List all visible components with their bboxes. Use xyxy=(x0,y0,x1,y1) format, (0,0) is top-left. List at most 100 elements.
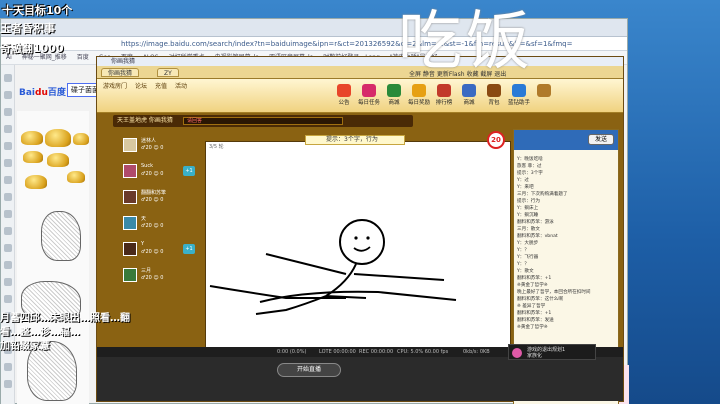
chat-message: Y：晚饭吃啥 xyxy=(517,157,543,162)
player-row[interactable]: 翻翻和苏笨 ♂20 ☺ 0 xyxy=(117,187,205,209)
tab-zy[interactable]: ZY xyxy=(157,68,179,77)
player-stats: ♂20 ☺ 0 xyxy=(141,145,164,151)
status-item: LOTE 00:00:00 xyxy=(319,349,356,355)
stream-controls: 开始直播 xyxy=(97,357,623,401)
player-row[interactable]: 迷林人 ♂20 ☺ 0 xyxy=(117,135,205,157)
gold-ingot-image[interactable] xyxy=(23,151,43,163)
gold-ingot-image[interactable] xyxy=(45,129,71,147)
menu-button[interactable]: 公告 xyxy=(333,84,355,106)
menu-link-forum[interactable]: 论坛 xyxy=(135,81,147,90)
menu-label: 每日任务 xyxy=(358,100,381,106)
chat-message: ※ 差异了哲学 xyxy=(517,304,546,309)
score-badge: +1 xyxy=(183,244,195,254)
sidebar-icon[interactable] xyxy=(4,108,12,116)
sidebar-icon[interactable] xyxy=(4,142,12,150)
chat-message: Y：？ xyxy=(517,248,529,253)
menu-icon xyxy=(412,84,426,97)
menu-label: 商城 xyxy=(388,100,400,106)
chat-send-button[interactable]: 发送 xyxy=(588,134,614,145)
menu-link-room[interactable]: 游戏房门 xyxy=(103,81,127,90)
sidebar-icon[interactable] xyxy=(4,227,12,235)
sidebar-icon[interactable] xyxy=(4,380,12,388)
notification-toast[interactable]: 游戏的退出规划1 家族化 xyxy=(508,344,596,360)
start-stream-button[interactable]: 开始直播 xyxy=(277,363,341,377)
sidebar-icon[interactable] xyxy=(4,125,12,133)
menu-button[interactable]: 蓝钻助手 xyxy=(508,84,530,106)
score-badge: +1 xyxy=(183,166,195,176)
sidebar-icon[interactable] xyxy=(4,244,12,252)
sidebar-icon[interactable] xyxy=(4,295,12,303)
gold-ingot-image[interactable] xyxy=(47,153,69,167)
gold-ingot-image[interactable] xyxy=(25,175,47,189)
image-results-column xyxy=(17,111,89,404)
sidebar-icon[interactable] xyxy=(4,91,12,99)
player-row[interactable]: 三月 ♂20 ☺ 0 xyxy=(117,265,205,287)
avatar xyxy=(123,268,137,282)
sidebar-icon[interactable] xyxy=(4,176,12,184)
sidebar-icon[interactable] xyxy=(4,363,12,371)
chat-messages: Y：晚饭吃啥 旅客 菲：过 提示：3个字 Y：过 Y：来吧 三月：下次购购满着题了 提示：行… xyxy=(517,156,617,331)
sidebar-icon[interactable] xyxy=(4,74,12,82)
sidebar-icon[interactable] xyxy=(4,193,12,201)
menu-button[interactable]: 商城 xyxy=(458,84,480,106)
overlay-bottom-text: 月蓄四邱…未眼出…照看…翻看…整…诊…辐… 加铅缀家薏 xyxy=(0,312,130,354)
sidebar-icon[interactable] xyxy=(4,278,12,286)
gold-ingot-image[interactable] xyxy=(67,171,85,183)
menu-link-recharge[interactable]: 充值 xyxy=(155,81,167,90)
countdown-timer: 20 xyxy=(487,131,505,149)
player-row[interactable]: Suck ♂20 ☺ 0 +1 xyxy=(117,161,205,183)
player-list: 迷林人 ♂20 ☺ 0 Suck ♂20 ☺ 0 +1 翻翻和苏笨 ♂20 ☺ 0 天 ♂20 … xyxy=(117,135,205,335)
menu-button[interactable]: 排行榜 xyxy=(433,84,455,106)
overlay-bottom-line: 月蓄四邱…未眼出…照看…翻看…整…诊…辐… xyxy=(0,313,130,338)
player-name: 天 xyxy=(141,216,147,222)
chat-message: Y：躺床上 xyxy=(517,206,539,211)
menu-label: 公告 xyxy=(338,100,350,106)
overlay-text-3: 奇融翻1000 xyxy=(0,42,64,55)
notification-subtitle: 家族化 xyxy=(527,353,543,359)
menu-link-events[interactable]: 活动 xyxy=(175,81,187,90)
menu-icon xyxy=(487,84,501,97)
avatar xyxy=(123,216,137,230)
player-row[interactable]: 天 ♂20 ☺ 0 xyxy=(117,213,205,235)
app-icon xyxy=(512,348,522,358)
menu-button[interactable] xyxy=(533,84,555,98)
player-stats: ♂20 ☺ 0 xyxy=(141,249,164,255)
gold-ingot-image[interactable] xyxy=(73,133,89,145)
menu-button[interactable]: 每日任务 xyxy=(358,84,380,106)
room-answer-input[interactable]: 请回答 xyxy=(183,117,343,125)
round-counter: 3/5 轮 xyxy=(209,144,224,150)
sidebar-icon[interactable] xyxy=(4,210,12,218)
player-name: 三月 xyxy=(141,268,152,274)
player-row[interactable]: Y ♂20 ☺ 0 +1 xyxy=(117,239,205,261)
chat-message: 翻料和苏笨：+1 xyxy=(517,311,552,316)
chat-message: Y：？ xyxy=(517,262,529,267)
sidebar-icon[interactable] xyxy=(4,159,12,167)
chat-message: Y：散文 xyxy=(517,269,534,274)
sidebar-icon[interactable] xyxy=(4,261,12,269)
chat-message: 晚上最好了哲学，本回合所在扣时间 xyxy=(517,290,591,295)
chat-message: Y：躺沉睡 xyxy=(517,213,539,218)
tab-game[interactable]: 你画我猜 xyxy=(101,68,140,77)
menu-button[interactable]: 每日奖励 xyxy=(408,84,430,106)
menu-icon xyxy=(337,84,351,97)
chat-header: 发送 xyxy=(514,130,618,150)
chat-message: ※黄金了哲学※ xyxy=(517,283,548,288)
player-name: Suck xyxy=(141,163,153,169)
menu-label: 排行榜 xyxy=(435,100,453,106)
baidu-logo[interactable]: Baidu百度 xyxy=(19,85,66,98)
player-stats: ♂20 ☺ 0 xyxy=(141,275,164,281)
sketch-image[interactable] xyxy=(41,211,81,261)
overlay-goal-text: 十天目标10个 xyxy=(2,4,73,17)
player-stats: ♂20 ☺ 0 xyxy=(141,171,164,177)
chat-message: 提示：行为 xyxy=(517,199,540,204)
game-tab-bar: 你画我猜 ZY xyxy=(97,66,623,79)
status-item: 0kb/s: 0KB xyxy=(463,349,490,355)
bookmark-item[interactable]: 百度 xyxy=(77,51,89,64)
chat-message: 翻料和苏笨：这什么啊 xyxy=(517,297,563,302)
chat-message: 翻料和苏笨：发送 xyxy=(517,318,554,323)
menu-button[interactable]: 商城 xyxy=(383,84,405,106)
overlay-big-text: 吃饭 xyxy=(398,5,534,79)
menu-button[interactable]: 背包 xyxy=(483,84,505,106)
menu-icon xyxy=(437,84,451,97)
gold-ingot-image[interactable] xyxy=(21,131,43,145)
